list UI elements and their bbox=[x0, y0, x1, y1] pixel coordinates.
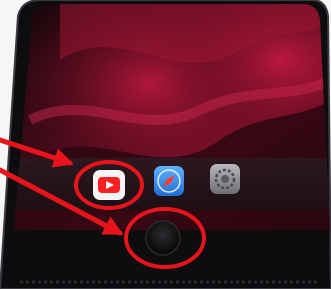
photo bbox=[0, 0, 331, 289]
phone-photo bbox=[0, 0, 331, 289]
dock-app-safari[interactable] bbox=[154, 166, 184, 196]
home-button[interactable] bbox=[145, 220, 181, 256]
dock-app-youtube[interactable] bbox=[93, 170, 125, 200]
gear-hub bbox=[221, 175, 229, 183]
dock-app-settings[interactable] bbox=[210, 164, 240, 194]
phone-screen bbox=[14, 4, 330, 230]
